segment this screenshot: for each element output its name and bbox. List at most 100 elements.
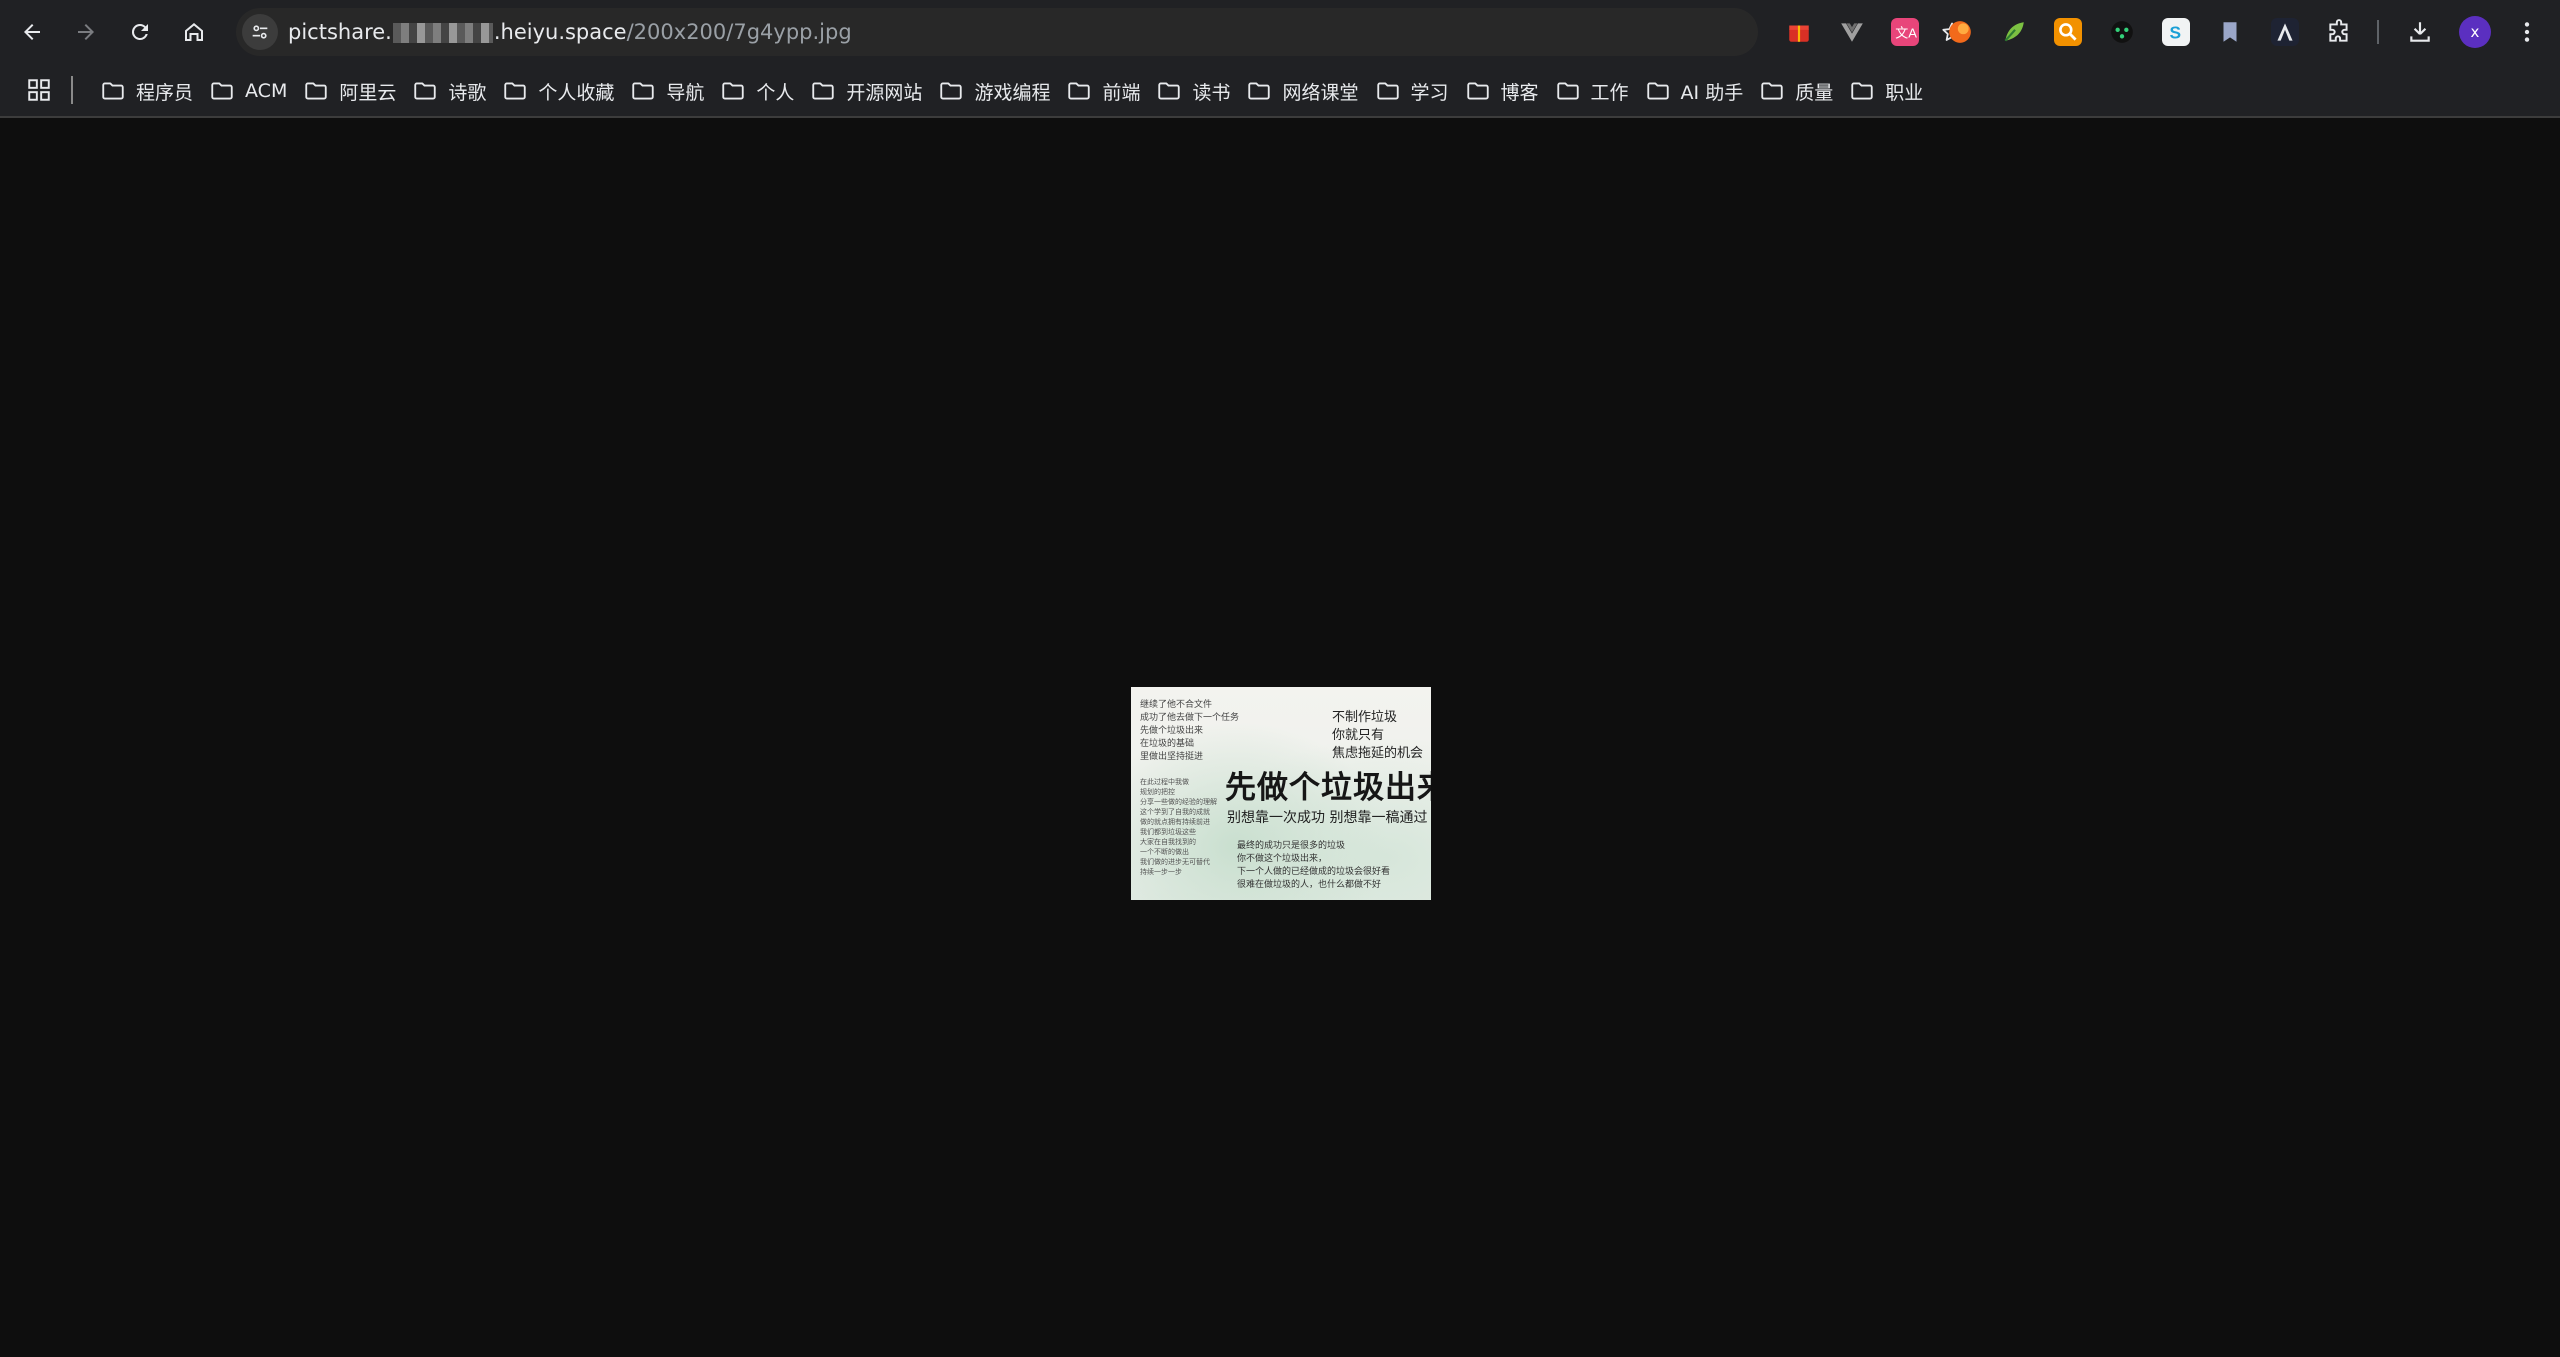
extensions-puzzle-icon[interactable] xyxy=(2325,18,2353,46)
bookmark-folder-label: 学习 xyxy=(1410,81,1449,104)
folder-icon xyxy=(1158,82,1181,100)
forward-button[interactable] xyxy=(66,12,106,52)
bookmark-folder[interactable]: AI 助手 xyxy=(1641,71,1756,111)
bookmark-folder-list: 程序员 ACM 阿里云 诗歌 个人收藏 导航 个人 开源网站 游戏编程 前端 读书 网络课堂 学习 博客 工… xyxy=(96,64,1935,118)
apps-grid-icon[interactable] xyxy=(24,75,54,105)
folder-icon xyxy=(1248,82,1271,100)
bookmark-folder[interactable]: 网络课堂 xyxy=(1242,71,1370,111)
extension-s-logo-icon[interactable]: S xyxy=(2162,18,2190,46)
toolbar-separator xyxy=(2377,20,2379,44)
bookmark-folder-label: 阿里云 xyxy=(339,81,397,104)
bookmark-folder-label: 诗歌 xyxy=(448,81,487,104)
bookmark-folder-label: 读书 xyxy=(1192,81,1231,104)
bookmark-folder[interactable]: 诗歌 xyxy=(408,71,498,111)
arrow-right-icon xyxy=(78,24,94,40)
svg-text:文A: 文A xyxy=(1895,25,1917,40)
image-tiny-text: 在此过程中我做 规划的把控 分享一些做的经验的理解 这个学到了自我的成就 做的就… xyxy=(1140,778,1217,876)
folder-icon xyxy=(211,82,233,100)
folder-icon xyxy=(1851,82,1873,100)
bookmark-folder-label: 导航 xyxy=(666,81,705,104)
displayed-image[interactable]: 继续了他不合文件 成功了他去做下一个任务 先做个垃圾出来 在垃圾的基础 里做出坚… xyxy=(1131,687,1431,900)
home-icon xyxy=(185,23,203,41)
bookmark-folder[interactable]: 程序员 xyxy=(96,71,205,111)
extension-orange-icon[interactable] xyxy=(1946,18,1974,46)
folder-icon xyxy=(1376,82,1399,100)
folder-icon xyxy=(102,82,124,100)
bookmark-folder-label: 质量 xyxy=(1795,81,1834,104)
folder-icon xyxy=(722,82,745,100)
bookmark-folder[interactable]: 前端 xyxy=(1062,71,1152,111)
folder-icon xyxy=(632,82,655,100)
folder-icon xyxy=(504,82,527,100)
bookmark-folder[interactable]: 个人 xyxy=(716,71,806,111)
svg-text:S: S xyxy=(2170,23,2182,43)
image-subline: 别想靠一次成功 别想靠一稿通过 xyxy=(1227,810,1428,826)
folder-icon xyxy=(305,82,328,100)
reload-icon xyxy=(131,23,148,40)
arrow-left-icon xyxy=(24,24,40,40)
bookmark-folder[interactable]: 质量 xyxy=(1755,71,1845,111)
address-bar[interactable]: pictshare. .heiyu.space/200x200/7g4ypp.jp… xyxy=(236,8,1962,56)
bookmark-folder[interactable]: 学习 xyxy=(1371,71,1461,111)
bookmark-folder-label: 前端 xyxy=(1102,81,1141,104)
bookmark-folder-label: AI 助手 xyxy=(1680,81,1744,104)
folder-icon xyxy=(1466,82,1489,100)
bookmark-folder[interactable]: 导航 xyxy=(626,71,716,111)
image-bottom-text: 最终的成功只是很多的垃圾 你不做这个垃圾出来， 下一个人做的已经做成的垃圾会很好… xyxy=(1237,841,1391,890)
bookmark-folder[interactable]: 工作 xyxy=(1551,71,1641,111)
site-info-button[interactable] xyxy=(242,14,278,50)
bookmark-folder-label: 游戏编程 xyxy=(974,81,1051,104)
redacted-segment xyxy=(392,23,493,43)
bookmark-folder-label: 博客 xyxy=(1500,81,1539,104)
folder-icon xyxy=(812,82,835,100)
bookmark-folder-label: 个人 xyxy=(756,81,795,104)
bookmark-folder[interactable]: 博客 xyxy=(1461,71,1551,111)
extension-bookmark-icon[interactable] xyxy=(2216,18,2244,46)
bookmark-folder-label: 开源网站 xyxy=(846,81,923,104)
bookmark-folder[interactable]: 个人收藏 xyxy=(498,71,626,111)
image-headline: 先做个垃圾出来 xyxy=(1225,770,1431,806)
bookmark-folder-label: 个人收藏 xyxy=(538,81,615,104)
bookmarks-bar: 程序员 ACM 阿里云 诗歌 个人收藏 导航 个人 开源网站 游戏编程 前端 读书 网络课堂 学习 博客 工… xyxy=(0,64,2560,118)
image-viewer: 继续了他不合文件 成功了他去做下一个任务 先做个垃圾出来 在垃圾的基础 里做出坚… xyxy=(0,118,2560,1357)
folder-icon xyxy=(1761,82,1783,100)
bookmark-folder-label: 程序员 xyxy=(136,81,194,104)
bookmarks-separator xyxy=(71,76,73,104)
extension-gift-icon[interactable] xyxy=(1785,18,1813,46)
reload-button[interactable] xyxy=(120,12,160,52)
back-button[interactable] xyxy=(12,12,52,52)
extension-circuit-icon[interactable] xyxy=(2108,18,2136,46)
bookmark-folder[interactable]: 游戏编程 xyxy=(934,71,1062,111)
browser-toolbar: pictshare. .heiyu.space/200x200/7g4ypp.jp… xyxy=(0,0,2560,64)
bookmark-folder-label: 工作 xyxy=(1590,81,1629,104)
home-button[interactable] xyxy=(174,12,214,52)
menu-kebab-icon[interactable] xyxy=(2513,18,2541,46)
url-host-prefix: pictshare. xyxy=(288,20,392,44)
bookmark-folder-label: 职业 xyxy=(1885,81,1924,104)
url-text[interactable]: pictshare. .heiyu.space/200x200/7g4ypp.jp… xyxy=(288,8,852,56)
folder-icon xyxy=(1646,82,1669,100)
extension-leaf-icon[interactable] xyxy=(2000,18,2028,46)
image-right-note: 不制作垃圾 你就只有 焦虑拖延的机会 xyxy=(1331,710,1423,761)
bookmark-folder[interactable]: 职业 xyxy=(1845,71,1935,111)
extension-search-icon[interactable] xyxy=(2054,18,2082,46)
folder-icon xyxy=(414,82,437,100)
url-host-domain: .heiyu.space xyxy=(493,20,627,44)
folder-icon xyxy=(940,82,963,100)
bookmark-folder[interactable]: ACM xyxy=(205,71,299,111)
folder-icon xyxy=(1556,82,1579,100)
url-path: /200x200/7g4ypp.jpg xyxy=(626,20,852,44)
extension-vue-devtools-icon[interactable] xyxy=(1838,18,1866,46)
bookmark-folder-label: ACM xyxy=(245,80,288,102)
extension-translate-icon[interactable]: 文A xyxy=(1891,18,1919,46)
image-small-text: 继续了他不合文件 成功了他去做下一个任务 先做个垃圾出来 在垃圾的基础 里做出坚… xyxy=(1140,700,1240,762)
extension-a-logo-icon[interactable] xyxy=(2271,18,2299,46)
bookmark-folder-label: 网络课堂 xyxy=(1282,81,1359,104)
downloads-icon[interactable] xyxy=(2406,18,2434,46)
profile-avatar[interactable]: x xyxy=(2459,16,2491,48)
folder-icon xyxy=(1068,82,1091,100)
bookmark-folder[interactable]: 阿里云 xyxy=(299,71,408,111)
tune-icon xyxy=(252,25,268,39)
bookmark-folder[interactable]: 开源网站 xyxy=(806,71,934,111)
bookmark-folder[interactable]: 读书 xyxy=(1152,71,1242,111)
